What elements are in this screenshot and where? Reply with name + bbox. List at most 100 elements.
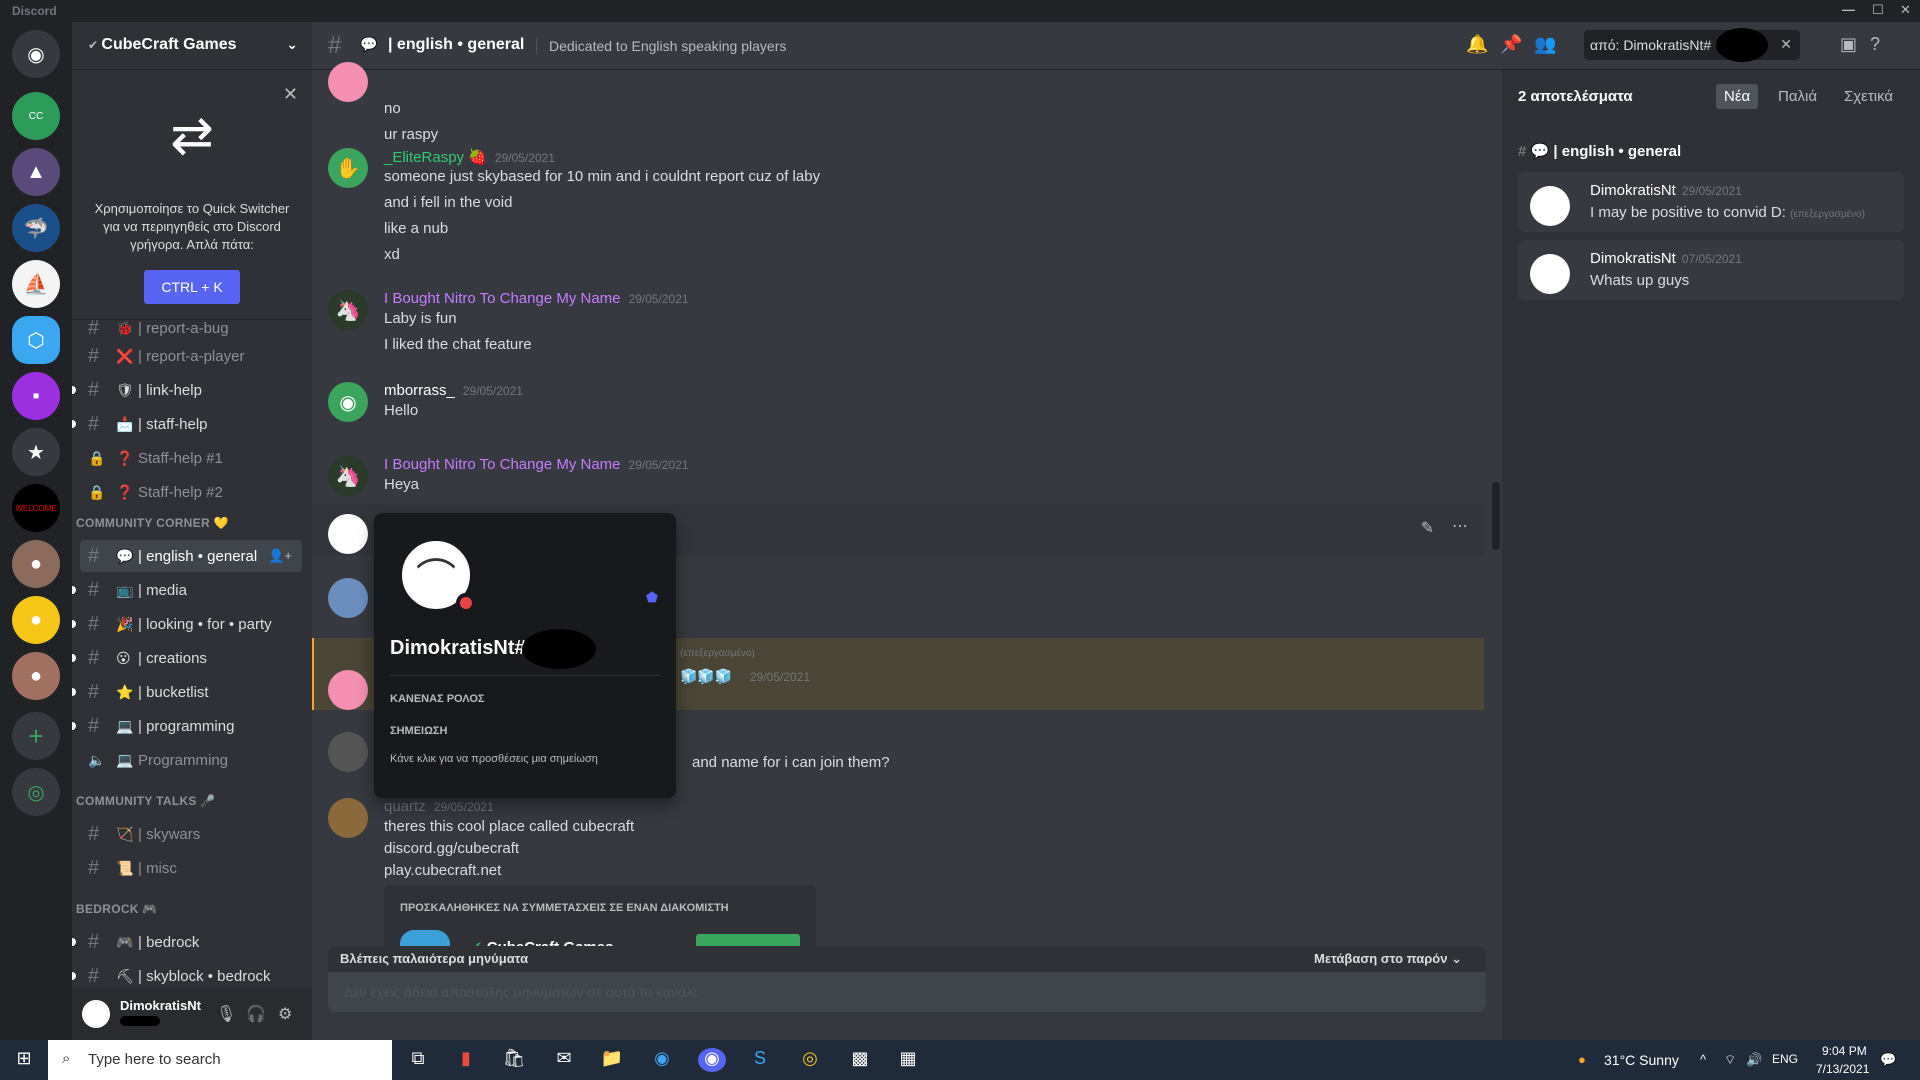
edge-icon[interactable]: ◉ bbox=[648, 1048, 676, 1072]
weather-text[interactable]: 31°C Sunny bbox=[1604, 1052, 1679, 1068]
message-timestamp: 29/05/2021 bbox=[494, 151, 555, 165]
voice-channel-programming[interactable]: 🔈 💻 Programming bbox=[80, 744, 302, 776]
inbox-icon[interactable]: ▣ bbox=[1840, 34, 1857, 55]
channel-emoji: 🛡 bbox=[116, 381, 134, 398]
server-icon-welcome[interactable]: WELCOME bbox=[12, 484, 60, 532]
search-result[interactable]: DimokratisNt 29/05/2021 I may be positive… bbox=[1518, 172, 1904, 232]
channel-programming[interactable]: # 💻 | programming bbox=[72, 710, 302, 742]
channel-skywars[interactable]: # 🏹 | skywars bbox=[80, 818, 302, 850]
task-view-icon[interactable]: ⧉ bbox=[404, 1048, 432, 1072]
avatar[interactable]: ✋ bbox=[328, 148, 368, 188]
app-icon[interactable]: ▦ bbox=[894, 1048, 922, 1072]
minecraft-icon[interactable]: ▩ bbox=[846, 1048, 874, 1072]
server-icon-10[interactable]: ● bbox=[12, 596, 60, 644]
taskbar-search[interactable]: ⌕ Type here to search bbox=[48, 1040, 392, 1080]
channel-staff-help-2[interactable]: 🔒 ❓ Staff-help #2 bbox=[80, 476, 302, 508]
close-icon[interactable]: ✕ bbox=[283, 84, 298, 105]
clear-search-icon[interactable]: ✕ bbox=[1780, 36, 1792, 53]
help-icon[interactable]: ? bbox=[1870, 34, 1880, 55]
discord-avatar-icon[interactable]: ◉ bbox=[328, 382, 368, 422]
server-icon-2[interactable]: ▲ bbox=[12, 148, 60, 196]
pin-icon[interactable]: 📌 bbox=[1500, 34, 1522, 55]
channel-bucketlist[interactable]: # ⭐ | bucketlist bbox=[72, 676, 302, 708]
avatar[interactable] bbox=[328, 732, 368, 772]
close-window-icon[interactable]: ✕ bbox=[1900, 2, 1911, 18]
tab-oldest[interactable]: Παλιά bbox=[1770, 84, 1825, 109]
chrome-icon[interactable]: ◎ bbox=[796, 1048, 824, 1072]
channel-creations[interactable]: # 😮 | creations bbox=[72, 642, 302, 674]
result-author: DimokratisNt 07/05/2021 bbox=[1590, 250, 1742, 267]
chevron-up-icon[interactable]: ^ bbox=[1700, 1052, 1706, 1067]
server-icon-7[interactable]: ★ bbox=[12, 428, 60, 476]
channel-looking-for-party[interactable]: # 🎉 | looking • for • party bbox=[72, 608, 302, 640]
mail-icon[interactable]: ✉ bbox=[550, 1048, 578, 1072]
bell-icon[interactable]: 🔔 bbox=[1466, 34, 1488, 55]
discord-taskbar-icon[interactable]: ◉ bbox=[698, 1048, 726, 1072]
notifications-icon[interactable]: 💬 bbox=[1880, 1052, 1896, 1068]
category-bedrock[interactable]: BEDROCK 🎮 bbox=[76, 902, 158, 916]
hypesquad-badge-icon[interactable]: ⬟ bbox=[646, 589, 658, 606]
channel-media[interactable]: # 📺 | media bbox=[72, 574, 302, 606]
file-explorer-icon[interactable]: 📁 bbox=[598, 1048, 626, 1072]
server-icon-3[interactable]: 🦈 bbox=[12, 204, 60, 252]
members-icon[interactable]: 👥 bbox=[1534, 34, 1556, 55]
note-input[interactable]: Κάνε κλικ για να προσθέσεις μια σημείωση bbox=[386, 745, 664, 777]
add-server-icon[interactable]: + bbox=[12, 712, 60, 760]
result-channel[interactable]: # 💬 | english • general bbox=[1518, 142, 1681, 160]
channel-staff-help[interactable]: # 📩 | staff-help bbox=[72, 408, 302, 440]
scrollbar[interactable] bbox=[1492, 482, 1500, 550]
avatar[interactable]: 🦄 bbox=[328, 290, 368, 330]
tab-newest[interactable]: Νέα bbox=[1716, 84, 1759, 109]
shortcut-button[interactable]: CTRL + K bbox=[144, 270, 240, 304]
tab-relevant[interactable]: Σχετικά bbox=[1836, 84, 1901, 109]
note-label: ΣΗΜΕΙΩΣΗ bbox=[390, 725, 448, 737]
settings-gear-icon[interactable]: ⚙ bbox=[278, 1004, 292, 1024]
avatar[interactable] bbox=[328, 62, 368, 102]
clock-time[interactable]: 9:04 PM bbox=[1822, 1044, 1867, 1058]
office-icon[interactable]: ▮ bbox=[452, 1048, 480, 1072]
microphone-icon[interactable]: 🎙 bbox=[216, 1004, 236, 1024]
server-icon-cubecraft[interactable]: ⬡ bbox=[12, 316, 60, 364]
add-member-icon[interactable]: 👤+ bbox=[268, 548, 292, 564]
windows-start-icon[interactable]: ⊞ bbox=[10, 1048, 38, 1072]
chevron-down-icon[interactable]: ⌄ bbox=[286, 36, 298, 53]
server-icon-9[interactable]: ● bbox=[12, 540, 60, 588]
jump-to-present-button[interactable]: Μετάβαση στο παρόν ⌄ bbox=[1314, 951, 1462, 967]
server-icon-6[interactable]: ▪ bbox=[12, 372, 60, 420]
search-result[interactable]: DimokratisNt 07/05/2021 Whats up guys bbox=[1518, 240, 1904, 300]
message-text[interactable]: play.cubecraft.net bbox=[384, 862, 501, 879]
avatar[interactable] bbox=[328, 670, 368, 710]
more-options-icon[interactable]: ⋯ bbox=[1452, 516, 1468, 536]
category-community-talks[interactable]: COMMUNITY TALKS 🎤 bbox=[76, 794, 216, 808]
server-icon-4[interactable]: ⛵ bbox=[12, 260, 60, 308]
channel-english-general[interactable]: # 💬 | english • general 👤+ bbox=[80, 540, 302, 572]
headphones-icon[interactable]: 🎧 bbox=[246, 1004, 266, 1024]
channel-link-help[interactable]: # 🛡 | link-help bbox=[72, 374, 302, 406]
server-header[interactable]: ✔ CubeCraft Games ⌄ bbox=[72, 22, 312, 70]
avatar[interactable]: 🦄 bbox=[328, 456, 368, 496]
avatar[interactable] bbox=[328, 514, 368, 554]
explore-icon[interactable]: ◎ bbox=[12, 768, 60, 816]
message-text[interactable]: discord.gg/cubecraft bbox=[384, 840, 519, 857]
channel-bedrock[interactable]: # 🎮 | bedrock bbox=[72, 926, 302, 958]
avatar[interactable] bbox=[328, 798, 368, 838]
skype-icon[interactable]: S bbox=[746, 1048, 774, 1072]
clock-date[interactable]: 7/13/2021 bbox=[1816, 1062, 1869, 1076]
channel-report-a-player[interactable]: # ❌ | report-a-player bbox=[80, 340, 302, 372]
channel-staff-help-1[interactable]: 🔒 ❓ Staff-help #1 bbox=[80, 442, 302, 474]
category-community-corner[interactable]: COMMUNITY CORNER 💛 bbox=[76, 516, 229, 530]
server-icon-11[interactable]: ● bbox=[12, 652, 60, 700]
maximize-icon[interactable]: ☐ bbox=[1872, 2, 1884, 18]
avatar[interactable] bbox=[328, 578, 368, 618]
channel-misc[interactable]: # 📜 | misc bbox=[80, 852, 302, 884]
network-icon[interactable]: ⌔ bbox=[1724, 1052, 1736, 1068]
store-icon[interactable]: 🛍 bbox=[500, 1048, 528, 1072]
avatar[interactable] bbox=[80, 998, 112, 1030]
volume-icon[interactable]: 🔊 bbox=[1746, 1052, 1762, 1068]
search-input[interactable]: από: DimokratisNt# ✕ bbox=[1584, 28, 1800, 62]
minimize-icon[interactable]: — bbox=[1842, 2, 1855, 17]
server-icon-chaincraft[interactable]: CC bbox=[12, 92, 60, 140]
discord-home-icon[interactable]: ◉ bbox=[12, 30, 60, 78]
edit-icon[interactable]: ✎ bbox=[1421, 518, 1434, 538]
language-indicator[interactable]: ENG bbox=[1772, 1052, 1798, 1066]
